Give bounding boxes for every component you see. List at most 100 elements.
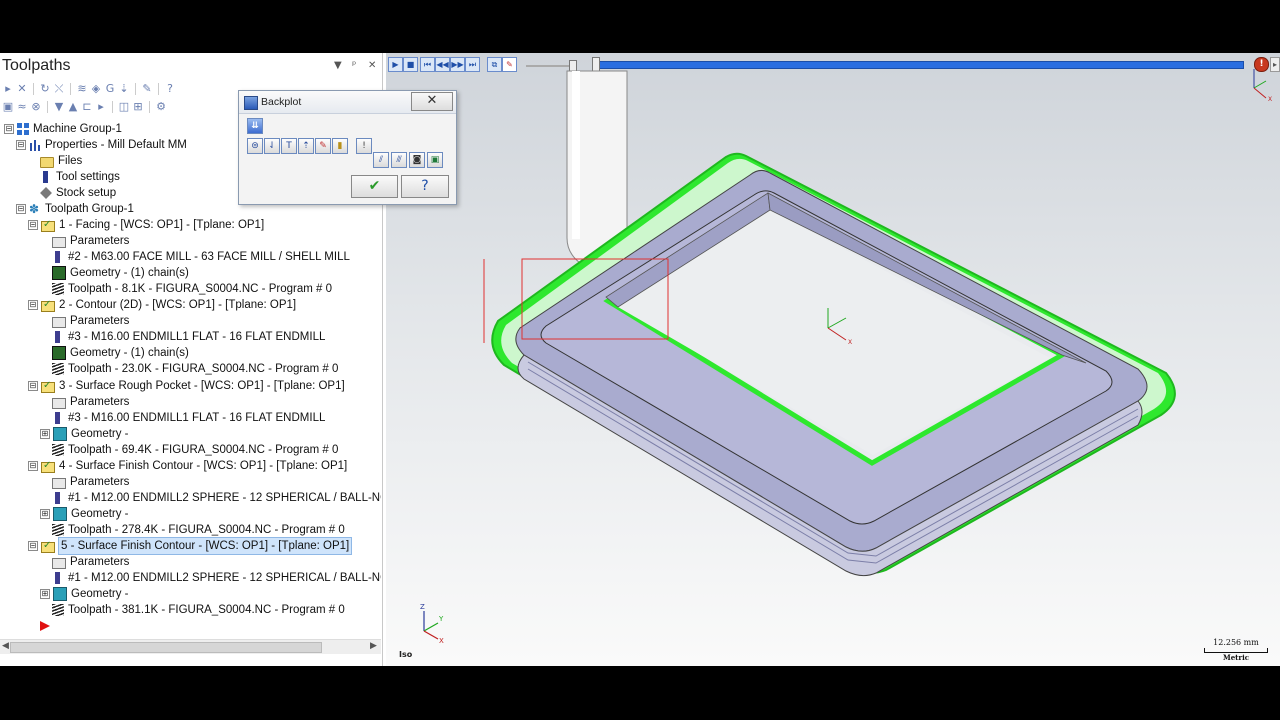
tree-node-geometry[interactable]: ⊞ Geometry - (40, 506, 129, 522)
tree-node-stock-setup[interactable]: Stock setup (40, 185, 116, 201)
graphics-viewport[interactable]: ▶ ■ ⏮ ◀◀ ▶▶ ⏭ ⧉ ✎ ! ▸ Z Y X X X Iso 12.2… (386, 53, 1280, 666)
collapse-icon[interactable]: ⊟ (28, 381, 38, 391)
expand-icon[interactable]: ⊞ (40, 429, 50, 439)
tree-node-tool[interactable]: #2 - M63.00 FACE MILL - 63 FACE MILL / S… (52, 249, 350, 265)
tool-icon (52, 412, 64, 424)
highfeed-icon[interactable]: ⇣ (118, 83, 130, 95)
save-as-geometry-button[interactable]: ⫽ (373, 152, 389, 168)
tree-node-geometry[interactable]: Geometry - (1) chain(s) (52, 265, 189, 281)
regenerate-dirty-icon[interactable]: ⤬ (53, 83, 65, 95)
collapse-icon[interactable]: ⊟ (16, 140, 26, 150)
tree-node-parameters[interactable]: Parameters (52, 554, 129, 570)
tree-node-label: Parameters (70, 315, 130, 327)
quick-verify-button[interactable]: ▮ (332, 138, 348, 154)
stock-setup-icon (40, 187, 52, 199)
single-op-icon[interactable]: ◫ (118, 101, 130, 113)
show-relevant-icon[interactable]: ⊞ (132, 101, 144, 113)
expand-icon[interactable]: ⊞ (40, 509, 50, 519)
panel-close-icon[interactable]: ✕ (368, 60, 376, 71)
scale-indicator: 12.256 mm Metric (1204, 638, 1268, 662)
lock-icon[interactable]: ▣ (2, 101, 14, 113)
mastercam-window: Toolpaths ▼ ᵖ ✕ ▸ ✕ ↻ ⤬ ≋ ◈ G ⇣ ✎ ? ▣ ≈ … (0, 53, 1280, 666)
move-down-icon[interactable]: ▼ (53, 101, 65, 113)
tree-node-files[interactable]: Files (40, 153, 82, 169)
tree-node-toolpath-group[interactable]: ⊟ ✽ Toolpath Group-1 (16, 201, 134, 217)
tree-node-operation-5[interactable]: ⊟ 5 - Surface Finish Contour - [WCS: OP1… (28, 537, 353, 555)
tree-node-label: Properties - Mill Default MM (45, 139, 187, 151)
tree-node-geometry[interactable]: Geometry - (1) chain(s) (52, 345, 189, 361)
tree-node-properties[interactable]: ⊟ Properties - Mill Default MM (16, 137, 187, 153)
select-dirty-icon[interactable]: ✕ (16, 83, 28, 95)
options-icon[interactable]: ⚙ (155, 101, 167, 113)
collapse-icon[interactable]: ⊟ (4, 124, 14, 134)
delete-ops-icon[interactable]: ✎ (141, 83, 153, 95)
tree-node-label: Toolpath - 8.1K - FIGURA_S0004.NC - Prog… (68, 283, 332, 295)
display-rapid-button[interactable]: T (281, 138, 297, 154)
tree-node-geometry[interactable]: ⊞ Geometry - (40, 426, 129, 442)
tree-node-toolpath[interactable]: Toolpath - 23.0K - FIGURA_S0004.NC - Pro… (52, 361, 338, 377)
tree-node-machine-group[interactable]: ⊟ Machine Group-1 (4, 121, 122, 137)
ok-button[interactable]: ✔ (351, 175, 398, 198)
tree-node-parameters[interactable]: Parameters (52, 233, 129, 249)
tree-node-parameters[interactable]: Parameters (52, 313, 129, 329)
tree-node-toolpath[interactable]: Toolpath - 8.1K - FIGURA_S0004.NC - Prog… (52, 281, 332, 297)
save-button[interactable]: ▣ (427, 152, 443, 168)
help-icon[interactable]: ? (164, 83, 176, 95)
collapse-icon[interactable]: ⊟ (28, 461, 38, 471)
tree-node-tool[interactable]: #3 - M16.00 ENDMILL1 FLAT - 16 FLAT ENDM… (52, 329, 325, 345)
tree-node-toolpath[interactable]: Toolpath - 278.4K - FIGURA_S0004.NC - Pr… (52, 522, 345, 538)
tree-node-label: #1 - M12.00 ENDMILL2 SPHERE - 12 SPHERIC… (68, 572, 381, 584)
tree-node-operation-3[interactable]: ⊟ 3 - Surface Rough Pocket - [WCS: OP1] … (28, 378, 345, 394)
post-toggle-icon[interactable]: ⊗ (30, 101, 42, 113)
toolbar-separator (149, 101, 150, 113)
tree-node-label: #1 - M12.00 ENDMILL2 SPHERE - 12 SPHERIC… (68, 492, 381, 504)
collapse-icon[interactable]: ⊟ (28, 220, 38, 230)
info-button[interactable]: ! (356, 138, 372, 154)
help-button[interactable]: ? (401, 175, 449, 198)
tree-node-operation-2[interactable]: ⊟ 2 - Contour (2D) - [WCS: OP1] - [Tplan… (28, 297, 296, 313)
panel-pin-icon[interactable]: ᵖ (352, 60, 356, 71)
display-entity-button[interactable]: ⇡ (298, 138, 314, 154)
tree-node-parameters[interactable]: Parameters (52, 394, 129, 410)
backplot-titlebar[interactable]: Backplot ✕ (239, 91, 456, 114)
tree-node-tool[interactable]: #1 - M12.00 ENDMILL2 SPHERE - 12 SPHERIC… (52, 490, 381, 506)
toolbar-separator (112, 101, 113, 113)
tree-node-toolpath[interactable]: Toolpath - 381.1K - FIGURA_S0004.NC - Pr… (52, 602, 345, 618)
collapse-icon[interactable]: ⊟ (28, 541, 38, 551)
filter-button[interactable]: ⫻ (391, 152, 407, 168)
regenerate-icon[interactable]: ↻ (39, 83, 51, 95)
tree-horizontal-scrollbar[interactable]: ◀ ▶ (0, 639, 381, 654)
panel-dropdown-icon[interactable]: ▼ (334, 60, 342, 71)
insert-arrow-icon[interactable]: ⊏ (81, 101, 93, 113)
tree-node-tool[interactable]: #1 - M12.00 ENDMILL2 SPHERE - 12 SPHERIC… (52, 570, 381, 586)
tree-node-label: Parameters (70, 556, 130, 568)
tree-node-geometry[interactable]: ⊞ Geometry - (40, 586, 129, 602)
tree-node-parameters[interactable]: Parameters (52, 474, 129, 490)
tree-node-operation-4[interactable]: ⊟ 4 - Surface Finish Contour - [WCS: OP1… (28, 458, 347, 474)
backplot-icon[interactable]: ≋ (76, 83, 88, 95)
scroll-left-icon[interactable]: ◀ (2, 641, 9, 651)
scroll-right-icon[interactable]: ▶ (370, 641, 377, 651)
display-tool-button[interactable]: ⊜ (247, 138, 263, 154)
tree-node-tool[interactable]: #3 - M16.00 ENDMILL1 FLAT - 16 FLAT ENDM… (52, 410, 325, 426)
backplot-close-button[interactable]: ✕ (411, 92, 453, 111)
collapse-icon[interactable]: ⊟ (16, 204, 26, 214)
expand-options-button[interactable]: ⇊ (247, 118, 263, 134)
screenshot-button[interactable]: ◙ (409, 152, 425, 168)
toggle-display-icon[interactable]: ≈ (16, 101, 28, 113)
tool-icon (52, 251, 64, 263)
insert-arrow[interactable] (40, 618, 50, 634)
move-up-icon[interactable]: ▲ (67, 101, 79, 113)
tree-node-operation-1[interactable]: ⊟ 1 - Facing - [WCS: OP1] - [Tplane: OP1… (28, 217, 264, 233)
post-icon[interactable]: G (104, 83, 116, 95)
display-endpoints-button[interactable]: ✎ (315, 138, 331, 154)
scrollbar-thumb[interactable] (10, 642, 322, 653)
tree-node-tool-settings[interactable]: Tool settings (40, 169, 120, 185)
tree-node-toolpath[interactable]: Toolpath - 69.4K - FIGURA_S0004.NC - Pro… (52, 442, 338, 458)
scroll-icon[interactable]: ▸ (95, 101, 107, 113)
verify-icon[interactable]: ◈ (90, 83, 102, 95)
select-all-icon[interactable]: ▸ (2, 83, 14, 95)
display-holder-button[interactable]: ⇃ (264, 138, 280, 154)
collapse-icon[interactable]: ⊟ (28, 300, 38, 310)
expand-icon[interactable]: ⊞ (40, 589, 50, 599)
